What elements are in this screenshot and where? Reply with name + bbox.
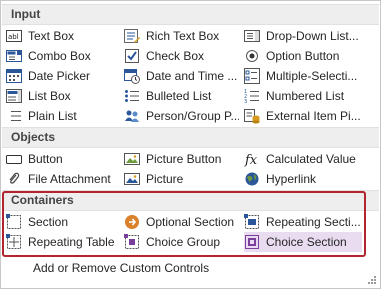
control-label: List Box (28, 89, 71, 103)
control-picture-button[interactable]: Picture Button (124, 149, 239, 169)
control-person-group-picker[interactable]: Person/Group P... (124, 106, 239, 126)
resize-grip-icon[interactable] (367, 275, 377, 285)
add-remove-custom-controls-link[interactable]: Add or Remove Custom Controls (33, 258, 209, 278)
control-label: Picture (146, 172, 184, 186)
option-button-icon (246, 50, 258, 62)
section-header-objects: Objects (2, 127, 379, 148)
date-picker-icon (6, 69, 22, 83)
external-item-picker-icon (244, 109, 260, 124)
control-button[interactable]: Button (6, 149, 116, 169)
control-numbered-list[interactable]: 123 Numbered List (244, 86, 360, 106)
control-text-box[interactable]: abl Text Box (6, 26, 116, 46)
control-drop-down-list[interactable]: Drop-Down List... (244, 26, 360, 46)
function-icon: fx (244, 153, 258, 167)
svg-text:fx: fx (244, 153, 258, 167)
control-combo-box[interactable]: Combo Box (6, 46, 116, 66)
control-label: Bulleted List (146, 89, 212, 103)
control-label: Drop-Down List... (266, 29, 359, 43)
control-label: Combo Box (28, 49, 91, 63)
picture-button-icon (124, 153, 140, 165)
check-box-icon (125, 49, 139, 63)
control-label: File Attachment (28, 172, 111, 186)
control-check-box[interactable]: Check Box (124, 46, 239, 66)
rich-text-box-icon (124, 29, 140, 43)
control-file-attachment[interactable]: File Attachment (6, 169, 118, 189)
multiple-selection-list-icon (244, 68, 260, 84)
plain-list-icon (11, 111, 21, 121)
control-picture[interactable]: Picture (124, 169, 239, 189)
control-label: Rich Text Box (146, 29, 220, 43)
control-label: Numbered List (266, 89, 345, 103)
control-date-picker[interactable]: Date Picker (6, 66, 116, 86)
control-label: Text Box (28, 29, 75, 43)
control-external-item-picker[interactable]: External Item Pi... (244, 106, 360, 126)
control-label: External Item Pi... (266, 109, 360, 123)
control-rich-text-box[interactable]: Rich Text Box (124, 26, 239, 46)
control-label: Date Picker (28, 69, 91, 83)
control-label: Option Button (266, 49, 340, 63)
control-multiple-selection-list[interactable]: Multiple-Selecti... (244, 66, 360, 86)
control-label: Multiple-Selecti... (266, 69, 358, 83)
controls-gallery: Input abl Text Box Rich Text Box Drop-Do… (0, 0, 381, 289)
svg-text:abl: abl (8, 33, 19, 41)
svg-text:3: 3 (244, 99, 247, 104)
combo-box-icon (6, 50, 22, 62)
picture-icon (124, 173, 140, 185)
control-date-time-picker[interactable]: Date and Time ... (124, 66, 239, 86)
control-calculated-value[interactable]: fx Calculated Value (244, 149, 360, 169)
control-label: Calculated Value (266, 152, 356, 166)
control-label: Plain List (28, 109, 77, 123)
numbered-list-icon: 123 (244, 89, 259, 104)
containers-highlight-border (2, 191, 366, 257)
control-list-box[interactable]: List Box (6, 86, 116, 106)
control-label: Picture Button (146, 152, 222, 166)
bulleted-list-icon (125, 90, 139, 102)
control-label: Person/Group P... (146, 109, 239, 123)
control-plain-list[interactable]: Plain List (6, 106, 116, 126)
control-hyperlink[interactable]: Hyperlink (244, 169, 360, 189)
date-time-picker-icon (124, 69, 140, 84)
control-option-button[interactable]: Option Button (244, 46, 360, 66)
text-box-icon: abl (6, 30, 22, 42)
control-label: Hyperlink (266, 172, 317, 186)
hyperlink-globe-icon (245, 172, 259, 186)
control-label: Date and Time ... (146, 69, 238, 83)
control-label: Check Box (146, 49, 205, 63)
person-group-picker-icon (125, 110, 139, 122)
control-bulleted-list[interactable]: Bulleted List (124, 86, 239, 106)
button-icon (6, 155, 22, 164)
section-header-input: Input (2, 4, 379, 25)
paperclip-icon (9, 172, 20, 184)
drop-down-list-icon (244, 30, 260, 42)
list-box-icon (6, 89, 22, 103)
control-label: Button (28, 152, 63, 166)
